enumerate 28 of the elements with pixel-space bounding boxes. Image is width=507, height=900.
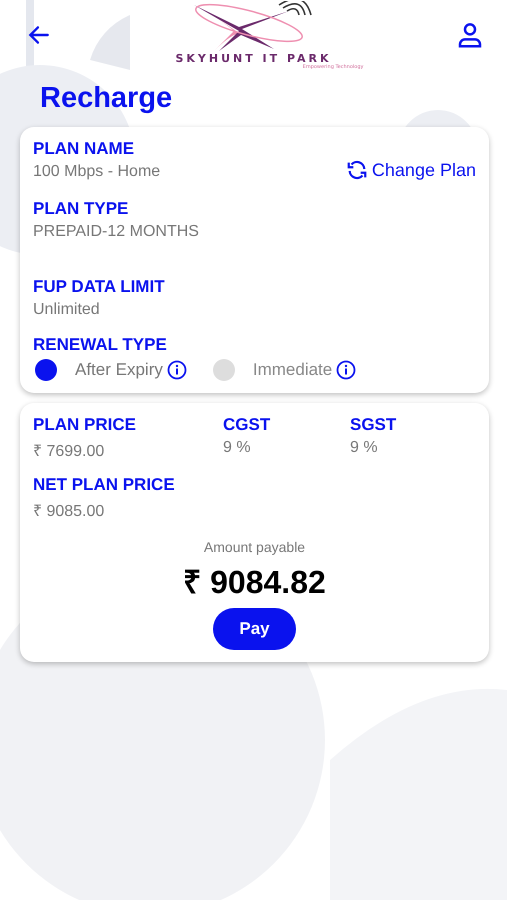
field-label: CGST <box>223 415 272 435</box>
field-label: PLAN NAME <box>33 139 136 159</box>
field-label: NET PLAN PRICE <box>33 475 176 495</box>
logo-name: SKYHUNT IT PARK <box>175 52 332 64</box>
pay-button[interactable]: Pay <box>213 608 296 650</box>
field-value: ₹ 9085.00 <box>33 502 106 521</box>
data-limit: Unlimited <box>33 301 101 319</box>
field-value: 9 % <box>350 439 379 457</box>
amount-label: Amount payable <box>204 539 306 555</box>
radio-button[interactable] <box>35 359 57 381</box>
page-title: Recharge <box>40 82 174 115</box>
info-icon[interactable] <box>336 360 356 380</box>
field-label: PLAN PRICE <box>33 415 137 435</box>
plan-name: 100 Mbps - Home <box>33 163 160 181</box>
field-label: FUP DATA LIMIT <box>33 277 166 297</box>
plan-type: PREPAID-12 MONTHS <box>33 223 200 241</box>
refresh-icon <box>346 159 368 181</box>
field-label: PLAN TYPE <box>33 199 130 219</box>
amount-payable: ₹ 9084.82 <box>183 563 326 602</box>
change-plan-link[interactable]: Change Plan <box>346 159 476 181</box>
option-label: Immediate <box>252 360 332 380</box>
info-icon[interactable] <box>166 360 187 380</box>
field-label: SGST <box>350 415 398 435</box>
option-label: After Expiry <box>75 360 163 380</box>
radio-button[interactable] <box>212 359 235 381</box>
field-value: 9 % <box>223 439 252 457</box>
field-value: ₹ 7699.00 <box>33 442 106 461</box>
field-label: RENEWAL TYPE <box>33 335 168 355</box>
